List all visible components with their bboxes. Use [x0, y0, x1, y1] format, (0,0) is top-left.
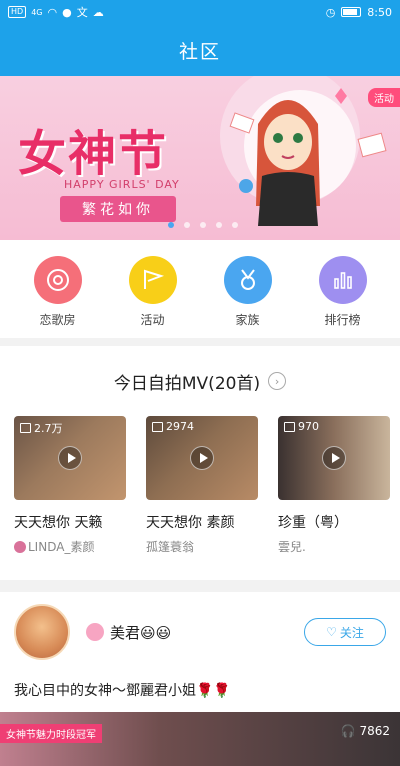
- status-time: 8:50: [367, 5, 392, 19]
- play-icon[interactable]: [322, 446, 346, 470]
- mv-view-count: 970: [284, 420, 319, 433]
- heart-plus-icon: ♡: [326, 625, 337, 639]
- banner-subtitle: HAPPY GIRLS' DAY: [64, 178, 180, 191]
- category-karaoke-room[interactable]: 恋歌房: [23, 256, 93, 338]
- mv-author-name: 雲兒.: [278, 540, 306, 554]
- mv-title: 天天想你 天籁: [14, 515, 103, 531]
- page-title: 社区: [0, 24, 400, 76]
- carousel-dot[interactable]: [232, 222, 238, 228]
- user-badge-icon: [86, 623, 104, 641]
- category-activity[interactable]: 活动: [118, 256, 188, 338]
- signal-label: 4G: [31, 7, 43, 17]
- mv-card[interactable]: 2974 天天想你 素颜 孤篷蓑翁: [146, 416, 258, 555]
- daily-mv-section: 今日自拍MV(20首) › 2.7万 天天想你 天籁 LINDA_素颜 2974…: [0, 346, 400, 580]
- category-ranking[interactable]: 排行榜: [308, 256, 378, 338]
- follow-button[interactable]: ♡ 关注: [304, 618, 386, 646]
- carousel-dot[interactable]: [184, 222, 190, 228]
- mv-title: 珍重（粤）: [278, 515, 348, 531]
- status-bar: HD 4G ◠ ● 文 ☁ ◷ 8:50: [0, 0, 400, 24]
- carousel-dot[interactable]: [168, 222, 174, 228]
- mv-thumbnail[interactable]: 2.7万: [14, 416, 126, 500]
- category-family[interactable]: 家族: [213, 256, 283, 338]
- battery-icon: [341, 7, 362, 17]
- mv-section-title: 今日自拍MV(20首): [113, 373, 261, 394]
- post-username: 美君😃😃: [110, 623, 172, 642]
- mv-count-text: 2974: [166, 420, 194, 433]
- mv-count-text: 2.7万: [34, 422, 63, 435]
- media-tag: 女神节魅力时段冠军: [0, 724, 102, 743]
- carousel-dot[interactable]: [200, 222, 206, 228]
- post-text: 我心目中的女神～鄧麗君小姐🌹🌹: [14, 683, 231, 699]
- category-label: 家族: [235, 313, 260, 327]
- banner-pill: 繁花如你: [60, 196, 176, 222]
- medal-icon: [223, 256, 272, 304]
- hd-icon: HD: [8, 6, 27, 18]
- listen-count-text: 7862: [359, 724, 390, 738]
- banner-title: 女神节: [18, 126, 169, 182]
- gift-icon: [20, 423, 31, 433]
- mv-view-count: 2974: [152, 420, 194, 433]
- play-icon[interactable]: [190, 446, 214, 470]
- gift-icon: [152, 421, 163, 432]
- follow-label: 关注: [339, 625, 364, 640]
- post-user[interactable]: 美君😃😃: [86, 622, 171, 643]
- microphone-icon: [33, 256, 82, 304]
- listen-count: 🎧 7862: [341, 724, 391, 738]
- flag-icon: [128, 256, 177, 304]
- chevron-right-icon: ›: [268, 372, 287, 390]
- category-label: 恋歌房: [39, 313, 76, 327]
- mv-author-name: 孤篷蓑翁: [146, 540, 195, 554]
- mv-author: 雲兒.: [278, 538, 390, 555]
- mv-author-name: LINDA_素颜: [28, 540, 95, 554]
- activity-tag: 活动: [368, 88, 400, 107]
- play-icon[interactable]: [58, 446, 82, 470]
- translate-icon: 文: [76, 6, 88, 19]
- headphones-icon: 🎧: [340, 724, 356, 738]
- post-media[interactable]: 女神节魅力时段冠军 🎧 7862: [0, 712, 400, 766]
- event-banner[interactable]: 活动 女神节 HAPPY GIRLS' DAY 繁花如你: [0, 76, 400, 240]
- mv-author: LINDA_素颜: [14, 538, 126, 555]
- category-label: 活动: [140, 313, 165, 327]
- bar-chart-icon: [318, 256, 367, 304]
- mv-thumbnail[interactable]: 2974: [146, 416, 258, 500]
- mv-card[interactable]: 970 珍重（粤） 雲兒.: [278, 416, 390, 555]
- mv-author: 孤篷蓑翁: [146, 538, 258, 555]
- cloud-icon: ☁: [92, 5, 104, 19]
- wifi-icon: ◠: [47, 5, 58, 19]
- mv-section-header[interactable]: 今日自拍MV(20首) ›: [0, 346, 400, 416]
- mv-view-count: 2.7万: [20, 420, 63, 436]
- author-avatar: [14, 540, 26, 553]
- gift-icon: [284, 421, 295, 432]
- category-row: 恋歌房 活动 家族 排行榜: [0, 240, 400, 338]
- mv-thumbnail[interactable]: 970: [278, 416, 390, 500]
- avatar[interactable]: [14, 604, 70, 660]
- mv-title: 天天想你 素颜: [146, 515, 235, 531]
- category-label: 排行榜: [324, 313, 361, 327]
- post-header: 美君😃😃 ♡ 关注: [0, 592, 400, 672]
- mv-list: 2.7万 天天想你 天籁 LINDA_素颜 2974 天天想你 素颜 孤篷蓑翁 …: [0, 416, 400, 555]
- chat-icon: ●: [62, 5, 72, 19]
- mv-count-text: 970: [298, 420, 319, 433]
- mv-card[interactable]: 2.7万 天天想你 天籁 LINDA_素颜: [14, 416, 126, 555]
- status-left-icons: HD 4G ◠ ● 文 ☁: [8, 4, 104, 20]
- carousel-dot[interactable]: [216, 222, 222, 228]
- alarm-icon: ◷: [325, 5, 336, 19]
- community-post: 美君😃😃 ♡ 关注 我心目中的女神～鄧麗君小姐🌹🌹 女神节魅力时段冠军 🎧 78…: [0, 592, 400, 766]
